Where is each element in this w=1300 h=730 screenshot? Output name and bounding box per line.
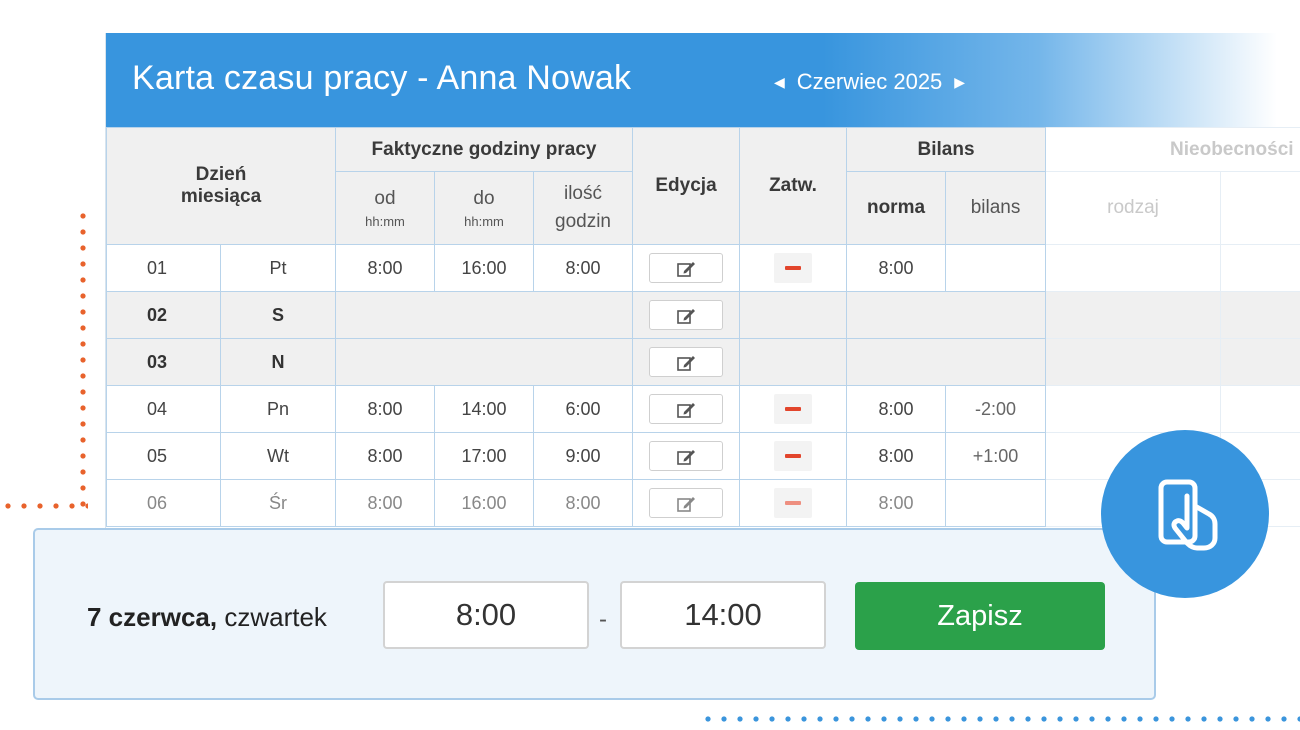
end-time-input[interactable] <box>620 581 826 649</box>
edit-icon <box>677 450 696 465</box>
page-title: Karta czasu pracy - Anna Nowak <box>132 59 632 97</box>
header-to: do hh:mm <box>434 171 534 245</box>
header-balance: Bilans <box>846 127 1047 172</box>
edit-button[interactable] <box>649 347 724 377</box>
header-confirm: Zatw. <box>739 127 848 245</box>
entry-date: 7 czerwca, czwartek <box>87 602 327 632</box>
mobile-touch-icon <box>1158 479 1218 551</box>
start-time-input[interactable] <box>383 581 589 649</box>
mobile-badge <box>1101 430 1269 598</box>
header-edit: Edycja <box>632 127 741 245</box>
month-navigator: ◀ Czerwiec 2025 ▶ <box>774 68 965 96</box>
decorative-dots-horizontal <box>0 501 88 511</box>
decorative-dots-blue <box>700 714 1300 724</box>
header-norm: norma <box>846 171 947 245</box>
edit-button[interactable] <box>649 488 724 518</box>
edit-icon <box>677 262 696 277</box>
timesheet-header: Karta czasu pracy - Anna Nowak ◀ Czerwie… <box>106 33 1300 127</box>
minus-icon[interactable] <box>774 394 813 424</box>
header-absence-type: rodzaj <box>1045 171 1222 245</box>
header-absence: Nieobecności <box>1045 127 1300 172</box>
minus-icon[interactable] <box>774 253 813 283</box>
edit-icon <box>677 356 696 371</box>
header-day: Dzień miesiąca <box>106 127 336 245</box>
header-absence-extra <box>1220 171 1300 245</box>
time-entry-panel: 7 czerwca, czwartek - Zapisz <box>33 528 1156 700</box>
header-actual-hours: Faktyczne godziny pracy <box>334 127 634 172</box>
edit-icon <box>677 403 696 418</box>
header-bal: bilans <box>945 171 1047 245</box>
chevron-left-icon[interactable]: ◀ <box>774 74 785 91</box>
minus-icon[interactable] <box>774 488 813 518</box>
current-month: Czerwiec 2025 <box>796 69 943 94</box>
minus-icon[interactable] <box>774 441 813 471</box>
decorative-dots-vertical <box>79 208 87 508</box>
table-row: 04 Pn 8:00 14:00 6:00 8:00 -2:00 <box>106 385 1300 433</box>
edit-icon <box>677 497 696 512</box>
chevron-right-icon[interactable]: ▶ <box>954 74 965 91</box>
edit-button[interactable] <box>649 394 724 424</box>
time-separator: - <box>599 606 607 633</box>
edit-icon <box>677 309 696 324</box>
header-from: od hh:mm <box>335 171 435 245</box>
header-hours: ilość godzin <box>532 171 634 245</box>
table-row: 02 S <box>106 291 1300 339</box>
table-row: 03 N <box>106 338 1300 386</box>
edit-button[interactable] <box>649 253 724 283</box>
edit-button[interactable] <box>649 441 724 471</box>
edit-button[interactable] <box>649 300 724 330</box>
save-button[interactable]: Zapisz <box>855 582 1105 650</box>
table-row: 01 Pt 8:00 16:00 8:00 8:00 <box>106 244 1300 292</box>
